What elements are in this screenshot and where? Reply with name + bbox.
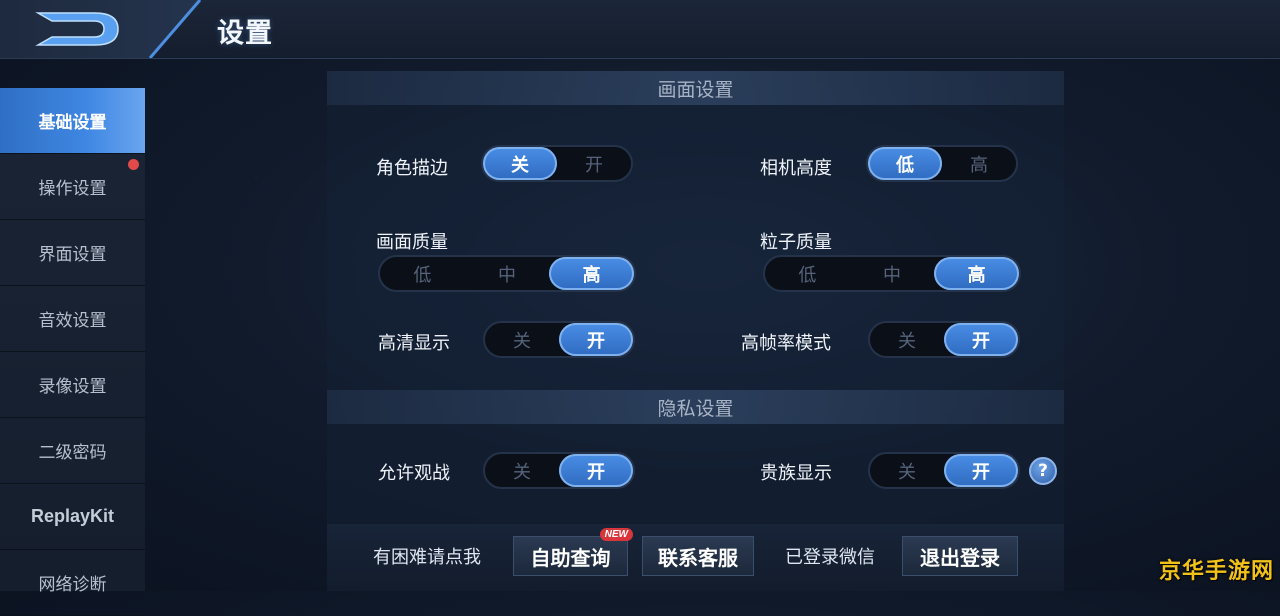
toggle-option[interactable]: 开: [944, 323, 1018, 356]
hd-display-toggle[interactable]: 关开: [483, 321, 635, 358]
sidebar-item-label: 界面设置: [38, 245, 107, 265]
sidebar-item-audio[interactable]: 音效设置: [0, 286, 145, 352]
logout-button[interactable]: 退出登录: [902, 536, 1018, 576]
login-status-text: 已登录微信: [785, 547, 875, 568]
toggle-option[interactable]: 关: [483, 147, 557, 180]
noble-display-toggle[interactable]: 关开: [868, 452, 1020, 489]
sidebar-item-interface[interactable]: 界面设置: [0, 220, 145, 286]
contact-service-label: 联系客服: [658, 545, 738, 570]
logout-label: 退出登录: [920, 545, 1000, 570]
sidebar-item-recording[interactable]: 录像设置: [0, 352, 145, 418]
toggle-option[interactable]: 开: [557, 147, 631, 180]
section-title: 隐私设置: [657, 397, 734, 420]
outline-label: 角色描边: [376, 158, 448, 179]
toggle-option[interactable]: 开: [559, 454, 633, 487]
toggle-option[interactable]: 低: [380, 257, 465, 290]
notification-dot: [128, 159, 139, 170]
settings-panel: 画面设置 角色描边 关开 相机高度 低高 画面质量 低中高 粒子质量 低中高 高…: [327, 71, 1064, 591]
toggle-option[interactable]: 中: [465, 257, 550, 290]
image-quality-selector[interactable]: 低中高: [378, 255, 636, 292]
sidebar-item-network[interactable]: 网络诊断: [0, 550, 145, 616]
particle-quality-selector[interactable]: 低中高: [763, 255, 1021, 292]
self-service-label: 自助查询: [530, 545, 611, 570]
section-header-display: 画面设置: [327, 71, 1064, 105]
section-header-privacy: 隐私设置: [327, 390, 1064, 424]
sidebar-item-label: 操作设置: [38, 179, 107, 199]
particle-quality-label: 粒子质量: [760, 232, 832, 253]
toggle-option[interactable]: 低: [868, 147, 942, 180]
section-title: 画面设置: [657, 78, 734, 101]
sidebar-item-password[interactable]: 二级密码: [0, 418, 145, 484]
toggle-option[interactable]: 开: [559, 323, 633, 356]
bottom-action-bar: 有困难请点我 自助查询 NEW 联系客服 已登录微信 退出登录: [327, 524, 1064, 591]
contact-service-button[interactable]: 联系客服: [642, 536, 754, 576]
toggle-option[interactable]: 低: [765, 257, 850, 290]
outline-toggle[interactable]: 关开: [481, 145, 633, 182]
toggle-option[interactable]: 高: [934, 257, 1020, 290]
help-prompt-text: 有困难请点我: [373, 547, 481, 568]
sidebar-item-label: 网络诊断: [38, 575, 107, 595]
self-service-button[interactable]: 自助查询 NEW: [513, 528, 633, 576]
help-question-icon[interactable]: ?: [1029, 457, 1057, 485]
page-title: 设置: [217, 18, 273, 49]
sidebar-item-label: 音效设置: [38, 311, 107, 331]
back-button[interactable]: [0, 0, 210, 58]
toggle-option[interactable]: 开: [944, 454, 1018, 487]
allow-spectate-toggle[interactable]: 关开: [483, 452, 635, 489]
sidebar-item-replaykit[interactable]: ReplayKit: [0, 484, 145, 550]
sidebar-item-label: 录像设置: [38, 377, 107, 397]
noble-display-label: 贵族显示: [760, 463, 832, 484]
high-fps-label: 高帧率模式: [741, 333, 831, 354]
site-watermark: 京华手游网: [1158, 559, 1274, 584]
toggle-option[interactable]: 关: [485, 454, 559, 487]
sidebar-item-basic[interactable]: 基础设置: [0, 88, 145, 154]
toggle-option[interactable]: 关: [870, 323, 944, 356]
camera-height-label: 相机高度: [760, 158, 832, 179]
sidebar-item-controls[interactable]: 操作设置: [0, 154, 145, 220]
new-badge: NEW: [599, 528, 633, 541]
sidebar-item-label: 二级密码: [38, 443, 107, 463]
top-header: 设置: [0, 0, 1280, 59]
allow-spectate-label: 允许观战: [378, 463, 450, 484]
toggle-option[interactable]: 关: [870, 454, 944, 487]
sidebar-item-label: 基础设置: [38, 113, 107, 133]
toggle-option[interactable]: 高: [549, 257, 635, 290]
hd-display-label: 高清显示: [378, 333, 450, 354]
toggle-option[interactable]: 高: [942, 147, 1016, 180]
toggle-option[interactable]: 关: [485, 323, 559, 356]
toggle-option[interactable]: 中: [850, 257, 935, 290]
sidebar-item-label: ReplayKit: [30, 506, 115, 526]
settings-sidebar: 基础设置 操作设置 界面设置 音效设置 录像设置 二级密码 ReplayKit …: [0, 88, 145, 616]
image-quality-label: 画面质量: [376, 232, 448, 253]
back-arrow-icon: [0, 0, 202, 58]
high-fps-toggle[interactable]: 关开: [868, 321, 1020, 358]
camera-height-toggle[interactable]: 低高: [866, 145, 1018, 182]
